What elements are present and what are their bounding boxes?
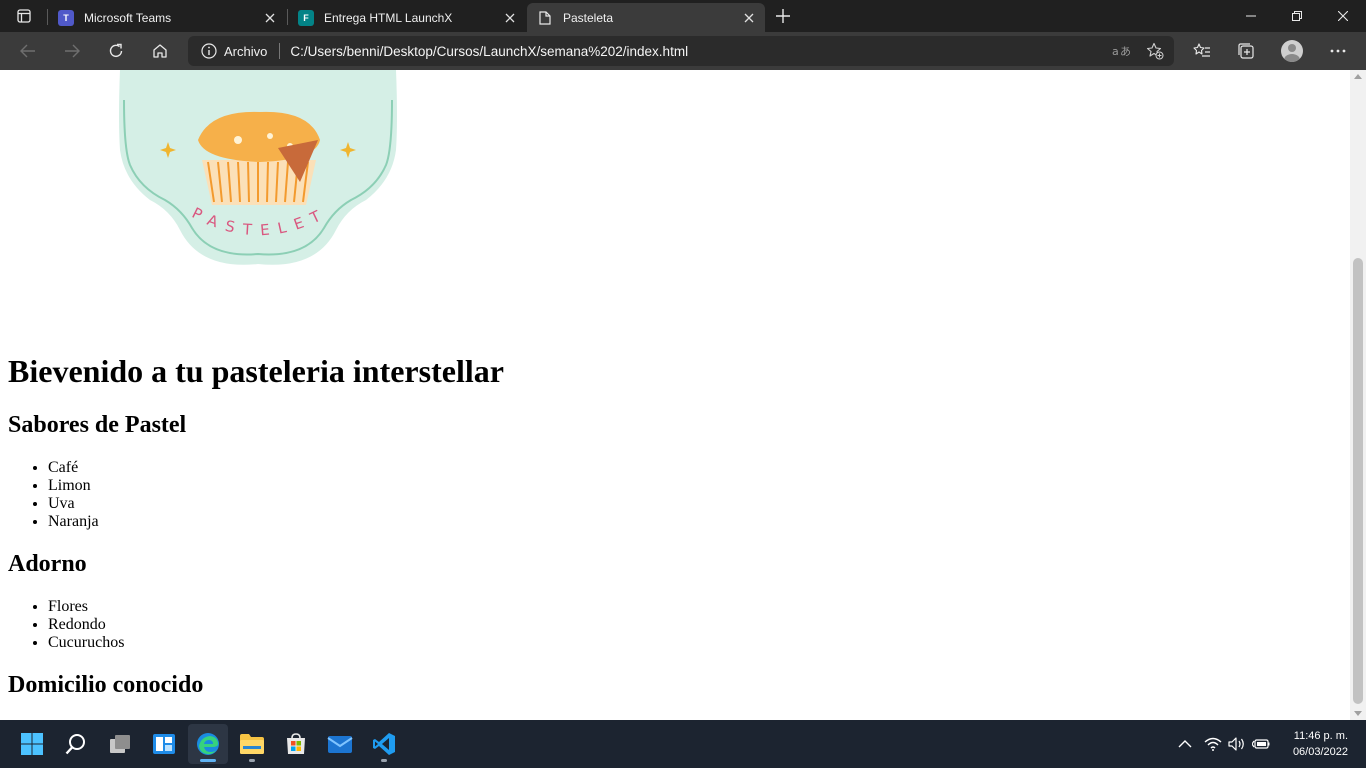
system-clock[interactable]: 11:46 p. m. 06/03/2022	[1293, 728, 1348, 760]
list-item: Café	[48, 459, 1338, 477]
flavors-list: Café Limon Uva Naranja	[48, 459, 1338, 531]
browser-toolbar: Archivo C:/Users/benni/Desktop/Cursos/La…	[0, 32, 1366, 70]
list-item: Naranja	[48, 513, 1338, 531]
forward-icon[interactable]	[56, 36, 88, 66]
minimize-icon[interactable]	[1228, 0, 1274, 32]
pasteleta-logo: PASTELETA	[100, 70, 410, 265]
address-url[interactable]: C:/Users/benni/Desktop/Cursos/LaunchX/se…	[290, 44, 1106, 59]
vertical-scrollbar[interactable]	[1350, 70, 1366, 720]
address-divider	[279, 43, 281, 59]
clock-time: 11:46 p. m.	[1293, 730, 1348, 742]
info-icon[interactable]	[194, 43, 224, 59]
close-tab-icon[interactable]	[260, 8, 280, 28]
profile-avatar[interactable]	[1275, 36, 1309, 66]
vscode-icon[interactable]	[364, 724, 404, 764]
list-item: Flores	[48, 598, 1338, 616]
tab-title: Microsoft Teams	[84, 10, 172, 25]
favorites-icon[interactable]	[1185, 36, 1219, 66]
decoration-list: Flores Redondo Cucuruchos	[48, 598, 1338, 652]
tab-actions-icon[interactable]	[10, 6, 38, 26]
svg-text:あ: あ	[1120, 45, 1130, 58]
tab-title: Entrega HTML LaunchX	[324, 10, 453, 25]
section-title-address: Domicilio conocido	[8, 671, 204, 698]
active-indicator	[200, 759, 216, 762]
restore-icon[interactable]	[1274, 0, 1320, 32]
teams-icon: T	[58, 9, 74, 26]
tab-microsoft-teams[interactable]: T Microsoft Teams	[48, 3, 286, 32]
scroll-up-icon[interactable]	[1354, 74, 1362, 79]
close-tab-icon[interactable]	[500, 8, 520, 28]
clock-date: 06/03/2022	[1292, 746, 1348, 758]
mail-icon[interactable]	[320, 724, 360, 764]
file-explorer-icon[interactable]	[232, 724, 272, 764]
show-hidden-icons-icon[interactable]	[1172, 720, 1198, 768]
read-aloud-icon[interactable]: aあ	[1106, 38, 1136, 64]
tab-pasteleta[interactable]: Pasteleta	[527, 3, 765, 32]
store-icon[interactable]	[276, 724, 316, 764]
running-indicator	[249, 759, 255, 762]
add-favorite-icon[interactable]	[1140, 38, 1170, 64]
close-tab-icon[interactable]	[739, 8, 759, 28]
search-icon[interactable]	[56, 724, 96, 764]
tab-entrega-html[interactable]: F Entrega HTML LaunchX	[288, 3, 526, 32]
task-view-icon[interactable]	[100, 724, 140, 764]
settings-menu-icon[interactable]	[1321, 36, 1355, 66]
collections-icon[interactable]	[1229, 36, 1263, 66]
list-item: Uva	[48, 495, 1338, 513]
close-window-icon[interactable]	[1320, 0, 1366, 32]
tab-bar: T Microsoft Teams F Entrega HTML LaunchX…	[0, 0, 1366, 32]
list-item: Limon	[48, 477, 1338, 495]
taskbar: 11:46 p. m. 06/03/2022	[0, 720, 1366, 768]
page-viewport: PASTELETA Bievenido a tu pasteleria inte…	[0, 70, 1350, 720]
address-bar[interactable]: Archivo C:/Users/benni/Desktop/Cursos/La…	[188, 36, 1174, 66]
wifi-icon[interactable]	[1202, 720, 1224, 768]
forms-icon: F	[298, 9, 314, 26]
list-item: Cucuruchos	[48, 634, 1338, 652]
page-icon	[537, 10, 553, 26]
avatar	[1281, 40, 1303, 62]
tab-title: Pasteleta	[563, 10, 614, 25]
edge-icon[interactable]	[188, 724, 228, 764]
refresh-icon[interactable]	[100, 36, 132, 66]
list-item: Redondo	[48, 616, 1338, 634]
scroll-down-icon[interactable]	[1354, 711, 1362, 716]
svg-text:a: a	[1112, 45, 1119, 58]
home-icon[interactable]	[144, 36, 176, 66]
new-tab-icon[interactable]	[770, 4, 796, 28]
running-indicator	[381, 759, 387, 762]
battery-icon[interactable]	[1250, 720, 1272, 768]
widgets-icon[interactable]	[144, 724, 184, 764]
section-title-flavors: Sabores de Pastel	[8, 412, 187, 439]
page-content: Bievenido a tu pasteleria interstellar S…	[8, 352, 1338, 719]
page-heading: Bievenido a tu pasteleria interstellar	[8, 353, 504, 389]
start-icon[interactable]	[12, 724, 52, 764]
volume-icon[interactable]	[1226, 720, 1248, 768]
section-title-decoration: Adorno	[8, 551, 87, 578]
back-icon[interactable]	[12, 36, 44, 66]
scrollbar-thumb[interactable]	[1353, 258, 1363, 704]
address-scheme-label: Archivo	[224, 43, 268, 59]
